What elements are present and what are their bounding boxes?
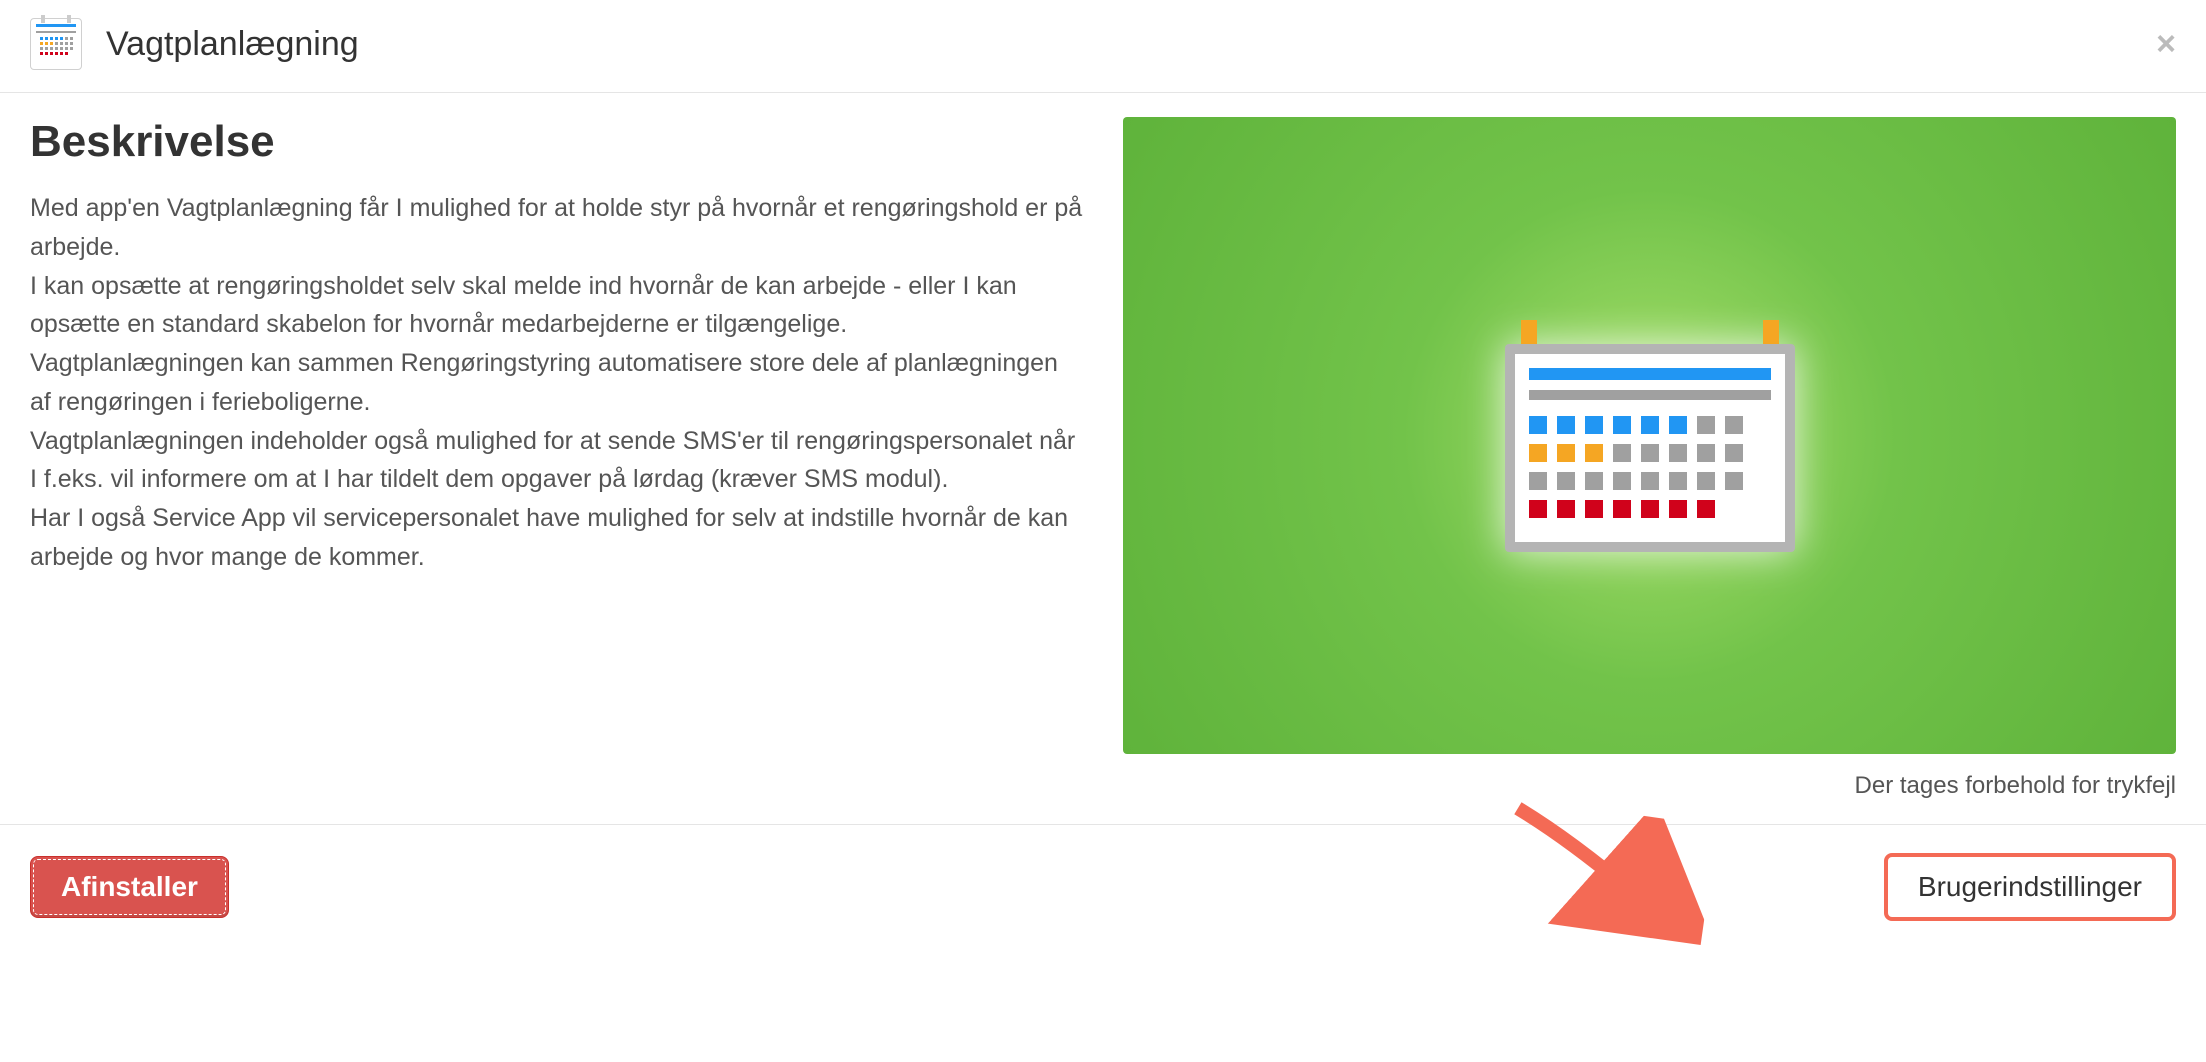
modal-footer: Afinstaller Brugerindstillinger — [0, 825, 2206, 933]
close-icon[interactable]: × — [2156, 27, 2176, 61]
modal-title: Vagtplanlægning — [106, 25, 359, 64]
disclaimer-text: Der tages forbehold for trykfejl — [1123, 772, 2176, 800]
user-settings-button[interactable]: Brugerindstillinger — [1884, 853, 2176, 921]
app-illustration — [1123, 117, 2176, 754]
calendar-icon — [30, 18, 82, 70]
uninstall-button[interactable]: Afinstaller — [30, 856, 229, 918]
calendar-illustration — [1505, 320, 1795, 552]
description-body: Med app'en Vagtplanlægning får I mulighe… — [30, 189, 1083, 577]
description-heading: Beskrivelse — [30, 117, 1083, 167]
modal-header: Vagtplanlægning × — [0, 0, 2206, 93]
